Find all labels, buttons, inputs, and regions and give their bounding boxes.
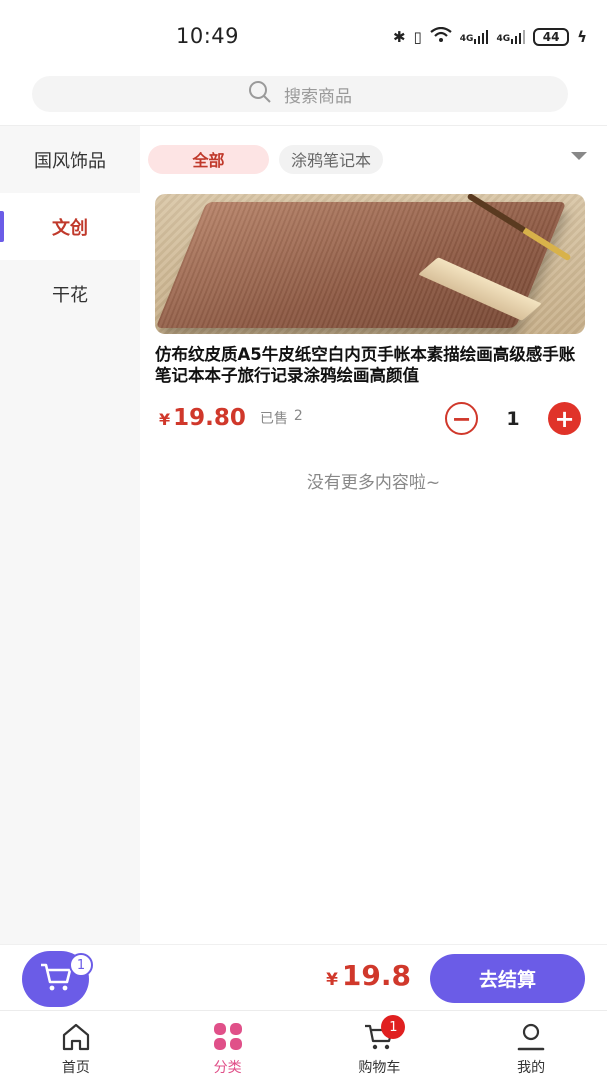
status-bar: 10:49 ✱ ▯ 4G 4G 44 ϟ xyxy=(0,0,607,70)
category-sidebar: 国风饰品 文创 干花 xyxy=(0,126,140,944)
sidebar-item-wenchuang[interactable]: 文创 xyxy=(0,193,140,260)
checkout-button[interactable]: 去结算 xyxy=(430,954,585,1003)
checkout-bar: 1 ¥ 19.8 去结算 xyxy=(0,944,607,1010)
chip-doodle-notebook[interactable]: 涂鸦笔记本 xyxy=(279,144,384,174)
cart-button[interactable]: 1 xyxy=(22,951,93,1007)
product-image[interactable] xyxy=(155,194,585,334)
search-icon xyxy=(248,80,272,108)
sidebar-item-ganhua[interactable]: 干花 xyxy=(0,260,140,327)
sold-count: 已售 2 xyxy=(260,408,303,428)
bottom-tab-bar: 首页 分类 1 购物车 我的 xyxy=(0,1010,607,1080)
product-title[interactable]: 仿布纹皮质A5牛皮纸空白内页手帐本素描绘画高级感手账笔记本本子旅行记录涂鸦绘画高… xyxy=(155,344,585,386)
sidebar-item-guofeng[interactable]: 国风饰品 xyxy=(0,126,140,193)
vibrate-icon: ▯ xyxy=(413,28,422,46)
quantity-stepper: − 1 + xyxy=(445,402,581,435)
home-icon xyxy=(60,1021,92,1053)
decrease-button[interactable]: − xyxy=(445,402,478,435)
total-amount: 19.8 xyxy=(341,959,411,992)
total-price: ¥ 19.8 xyxy=(326,959,411,992)
sold-label: 已售 xyxy=(259,411,288,427)
price-row: ¥ 19.80 已售 2 − 1 + xyxy=(155,402,585,435)
sidebar-item-label: 干花 xyxy=(52,284,88,306)
sidebar-item-label: 文创 xyxy=(52,217,88,239)
tab-label: 分类 xyxy=(213,1060,242,1076)
search-input[interactable]: 搜索商品 xyxy=(32,76,568,112)
profile-icon xyxy=(515,1021,547,1053)
product-price: ¥ 19.80 xyxy=(159,405,246,431)
charging-icon: ϟ xyxy=(577,28,587,46)
status-time: 10:49 xyxy=(176,24,240,48)
quantity-value: 1 xyxy=(506,407,520,430)
price-amount: 19.80 xyxy=(173,405,246,431)
sold-value: 2 xyxy=(293,408,303,424)
bluetooth-icon: ✱ xyxy=(392,28,406,46)
cart-badge: 1 xyxy=(381,1015,406,1039)
tab-cart[interactable]: 1 购物车 xyxy=(304,1011,456,1080)
chip-all[interactable]: 全部 xyxy=(148,144,269,174)
signal-icon: 4G xyxy=(460,30,489,44)
tab-profile[interactable]: 我的 xyxy=(455,1011,607,1080)
currency-symbol: ¥ xyxy=(326,970,338,990)
status-icons: ✱ ▯ 4G 4G 44 ϟ xyxy=(393,24,587,50)
wifi-icon xyxy=(430,26,452,47)
active-indicator xyxy=(0,211,4,242)
cart-icon xyxy=(39,962,73,996)
category-icon xyxy=(212,1021,244,1053)
subcategory-chips: 全部 涂鸦笔记本 xyxy=(148,144,587,174)
network-type-label-2: 4G xyxy=(496,34,511,44)
tab-label: 购物车 xyxy=(358,1060,401,1076)
product-card[interactable]: 仿布纹皮质A5牛皮纸空白内页手帐本素描绘画高级感手账笔记本本子旅行记录涂鸦绘画高… xyxy=(155,194,585,435)
battery-indicator: 44 xyxy=(533,28,570,46)
search-placeholder: 搜索商品 xyxy=(284,86,352,107)
network-type-label: 4G xyxy=(459,34,474,44)
tab-category[interactable]: 分类 xyxy=(152,1011,304,1080)
currency-symbol: ¥ xyxy=(159,410,171,429)
tab-label: 首页 xyxy=(61,1060,90,1076)
tab-home[interactable]: 首页 xyxy=(0,1011,152,1080)
cart-icon: 1 xyxy=(363,1015,406,1053)
chevron-down-icon[interactable] xyxy=(571,152,587,160)
list-end-text: 没有更多内容啦~ xyxy=(306,473,441,493)
tab-label: 我的 xyxy=(517,1060,546,1076)
cart-count-badge: 1 xyxy=(69,953,93,977)
signal-icon-2: 4G xyxy=(496,30,526,44)
sidebar-item-label: 国风饰品 xyxy=(34,150,106,172)
increase-button[interactable]: + xyxy=(548,402,581,435)
